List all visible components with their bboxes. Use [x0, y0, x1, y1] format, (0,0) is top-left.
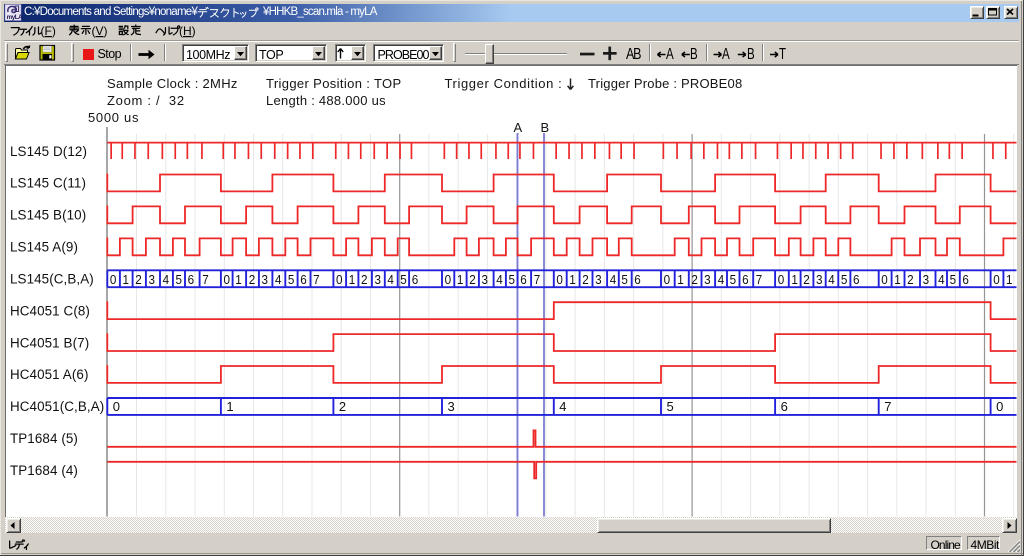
svg-text:0: 0 [881, 272, 888, 287]
svg-text:3: 3 [816, 272, 823, 287]
svg-text:5: 5 [176, 272, 183, 287]
svg-text:4: 4 [163, 272, 170, 287]
svg-text:0: 0 [224, 272, 231, 287]
svg-text:1: 1 [1006, 272, 1013, 287]
svg-text:2: 2 [469, 272, 476, 287]
svg-text:myLA: myLA [7, 14, 24, 21]
svg-text:2: 2 [249, 272, 256, 287]
svg-text:0: 0 [993, 272, 1000, 287]
svg-text:0: 0 [664, 272, 671, 287]
svg-text:1: 1 [457, 272, 464, 287]
svg-text:6: 6 [520, 272, 527, 287]
svg-text:5: 5 [667, 399, 674, 414]
svg-text:0: 0 [778, 272, 785, 287]
svg-text:7: 7 [884, 399, 891, 414]
svg-text:4: 4 [610, 272, 617, 287]
svg-text:4: 4 [559, 399, 566, 414]
svg-text:2: 2 [803, 272, 810, 287]
svg-text:3: 3 [595, 272, 602, 287]
svg-text:2: 2 [582, 272, 589, 287]
svg-text:(F): (F) [41, 24, 56, 38]
svg-text:3: 3 [262, 272, 269, 287]
svg-text:7: 7 [756, 272, 763, 287]
svg-text:6: 6 [853, 272, 860, 287]
svg-text:(V): (V) [92, 24, 108, 38]
svg-text:0: 0 [445, 272, 452, 287]
svg-text:5: 5 [950, 272, 957, 287]
svg-text:2: 2 [135, 272, 142, 287]
svg-text:0: 0 [110, 272, 117, 287]
svg-text:1: 1 [123, 272, 130, 287]
svg-text:HC4051 C(8): HC4051 C(8) [10, 303, 90, 318]
svg-text:5: 5 [509, 272, 516, 287]
svg-text:6: 6 [188, 272, 195, 287]
svg-text:0: 0 [336, 272, 343, 287]
svg-text:6: 6 [412, 272, 419, 287]
svg-text:3: 3 [375, 272, 382, 287]
svg-text:HC4051 A(6): HC4051 A(6) [10, 367, 89, 382]
svg-text:LS145 A(9): LS145 A(9) [10, 240, 78, 255]
svg-text:7: 7 [534, 272, 541, 287]
svg-text:1: 1 [894, 272, 901, 287]
svg-text:1: 1 [226, 399, 233, 414]
svg-text:LS145 B(10): LS145 B(10) [10, 208, 86, 223]
svg-text:1: 1 [677, 272, 684, 287]
svg-text:1: 1 [791, 272, 798, 287]
svg-text:TP1684 (5): TP1684 (5) [10, 431, 78, 446]
svg-text:0: 0 [556, 272, 563, 287]
svg-text:HC4051(C,B,A): HC4051(C,B,A) [10, 399, 104, 414]
svg-text:(H): (H) [179, 24, 196, 38]
svg-text:5: 5 [841, 272, 848, 287]
svg-text:2: 2 [691, 272, 698, 287]
svg-text:4: 4 [828, 272, 835, 287]
svg-text:2: 2 [361, 272, 368, 287]
svg-text:3: 3 [448, 399, 455, 414]
svg-text:3: 3 [149, 272, 156, 287]
svg-text:6: 6 [634, 272, 641, 287]
svg-text:HC4051 B(7): HC4051 B(7) [10, 335, 89, 350]
svg-text:3: 3 [923, 272, 930, 287]
svg-text:5: 5 [400, 272, 407, 287]
svg-text:5: 5 [288, 272, 295, 287]
svg-text:0: 0 [996, 399, 1003, 414]
svg-text:5: 5 [730, 272, 737, 287]
svg-text:1: 1 [235, 272, 242, 287]
svg-text:6: 6 [962, 272, 969, 287]
svg-text:1: 1 [569, 272, 576, 287]
svg-text:4: 4 [938, 272, 945, 287]
svg-text:6: 6 [781, 399, 788, 414]
svg-text:6: 6 [300, 272, 307, 287]
svg-text:6: 6 [742, 272, 749, 287]
svg-text:5: 5 [621, 272, 628, 287]
svg-text:7: 7 [313, 272, 320, 287]
svg-text:LS145 C(11): LS145 C(11) [10, 176, 86, 191]
svg-text:4: 4 [718, 272, 725, 287]
svg-text:7: 7 [202, 272, 209, 287]
svg-text:2: 2 [339, 399, 346, 414]
svg-text:4: 4 [496, 272, 503, 287]
svg-text:3: 3 [482, 272, 489, 287]
svg-text:LS145 D(12): LS145 D(12) [10, 144, 87, 159]
svg-text:4: 4 [275, 272, 282, 287]
svg-text:2: 2 [907, 272, 914, 287]
svg-text:TP1684 (4): TP1684 (4) [10, 463, 78, 478]
svg-text:1: 1 [349, 272, 356, 287]
svg-text:4: 4 [387, 272, 394, 287]
svg-text:3: 3 [704, 272, 711, 287]
svg-text:LS145(C,B,A): LS145(C,B,A) [10, 271, 94, 286]
svg-text:0: 0 [113, 399, 120, 414]
